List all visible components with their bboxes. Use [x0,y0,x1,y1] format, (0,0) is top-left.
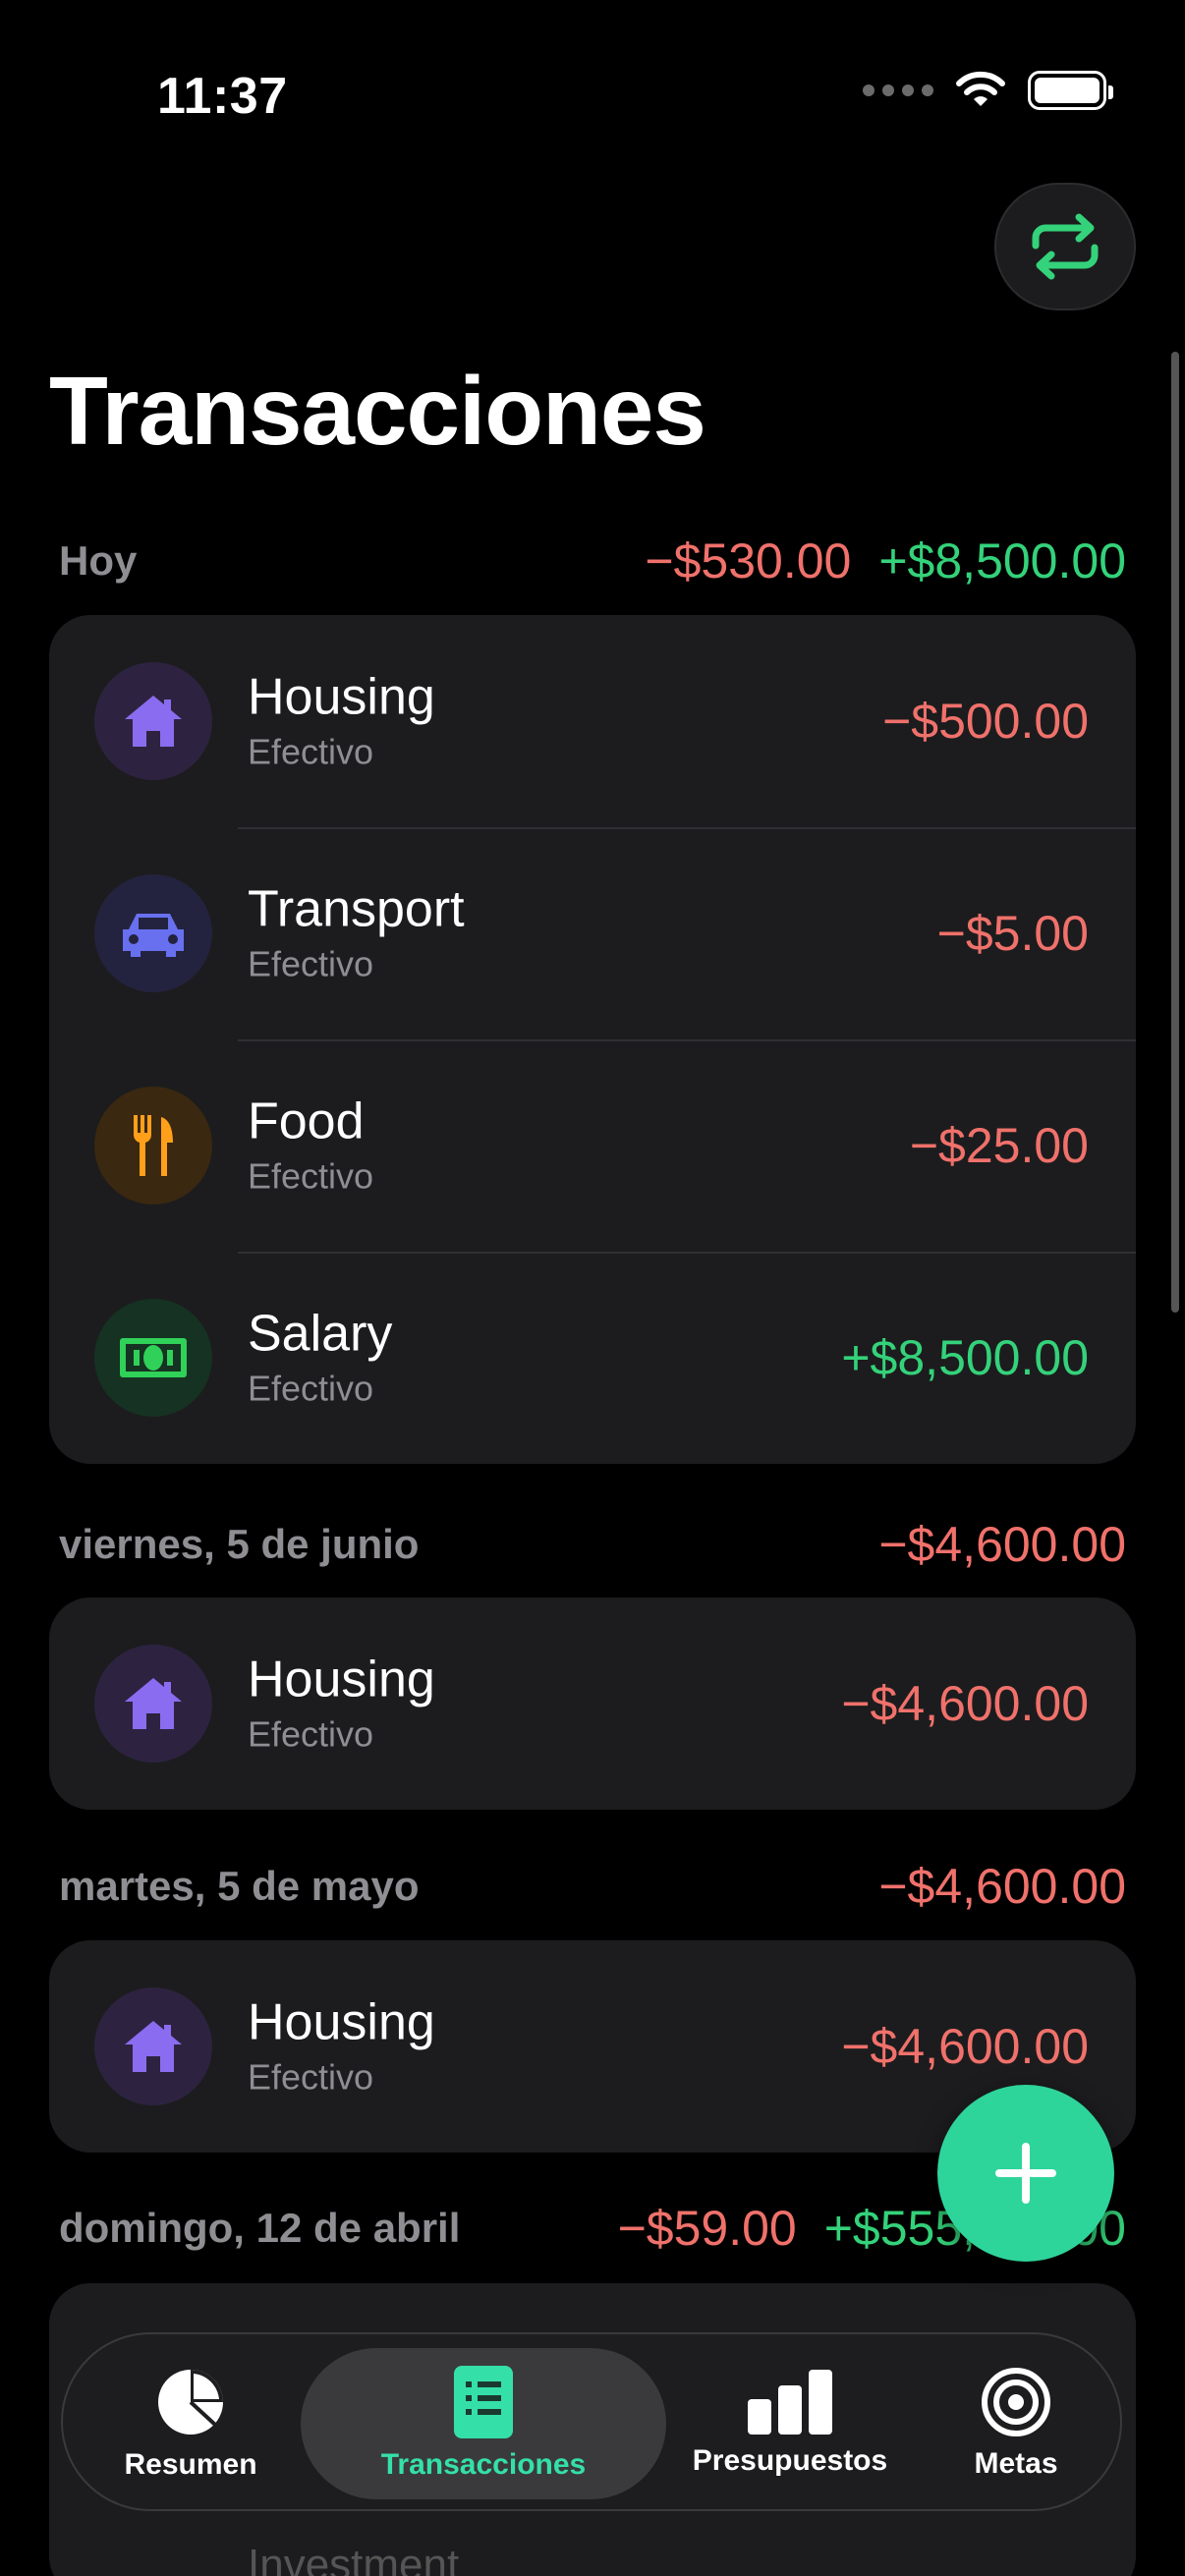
transaction-category: Food [248,1092,365,1150]
tab-metas[interactable]: Metas [928,2334,1104,2513]
section-header-may: martes, 5 de mayo −$4,600.00 [59,1857,1126,1916]
section-date-label: viernes, 5 de junio [59,1521,420,1567]
transaction-category: Housing [248,668,435,726]
section-expense-total: −$4,600.00 [878,1517,1126,1572]
add-transaction-button[interactable] [937,2085,1114,2262]
house-icon [94,1988,212,2105]
section-expense-total: −$530.00 [645,533,852,588]
transaction-category: Transport [248,880,465,938]
transactions-card-today: Housing Efectivo −$500.00 Transport Efec… [49,615,1136,1464]
scroll-indicator[interactable] [1171,352,1179,1313]
transaction-amount: −$500.00 [882,694,1089,749]
signal-dots-icon [863,84,933,96]
section-expense-total: −$4,600.00 [878,1859,1126,1914]
transaction-account: Efectivo [248,1155,374,1197]
transaction-row[interactable]: Transport Efectivo −$5.00 [49,827,1136,1039]
sync-button[interactable] [994,183,1136,310]
target-icon [982,2368,1050,2436]
repeat-arrows-icon [1032,213,1099,280]
tab-transacciones[interactable]: Transacciones [301,2334,666,2513]
transactions-card-june: Housing Efectivo −$4,600.00 [49,1597,1136,1810]
transaction-row[interactable]: Housing Efectivo −$4,600.00 [49,1597,1136,1810]
transaction-category: Salary [248,1305,393,1363]
transaction-amount: −$4,600.00 [841,2019,1089,2074]
pie-chart-icon [158,2370,223,2435]
status-time: 11:37 [157,68,288,125]
house-icon [94,662,212,780]
transaction-category-partial: Investment [248,2541,460,2576]
section-header-today: Hoy −$530.00 +$8,500.00 [59,532,1126,590]
transaction-category: Housing [248,1651,435,1708]
tab-bar: Resumen Transacciones Presupuestos Metas [61,2332,1122,2511]
car-icon [94,874,212,992]
bar-chart-icon [748,2370,832,2435]
transaction-account: Efectivo [248,1368,374,1409]
section-date-label: domingo, 12 de abril [59,2205,461,2251]
fork-knife-icon [94,1087,212,1204]
transaction-amount: −$4,600.00 [841,1676,1089,1731]
transaction-amount: −$25.00 [909,1118,1089,1173]
section-header-june: viernes, 5 de junio −$4,600.00 [59,1515,1126,1574]
wifi-icon [956,71,1005,106]
tab-presupuestos[interactable]: Presupuestos [672,2334,908,2513]
status-icons [863,71,1113,110]
section-expense-total: −$59.00 [617,2201,797,2256]
banknote-icon [94,1299,212,1417]
house-icon [94,1645,212,1763]
plus-icon [995,2143,1056,2204]
list-icon [454,2366,513,2438]
transaction-account: Efectivo [248,2056,374,2098]
transaction-account: Efectivo [248,731,374,772]
transaction-amount: −$5.00 [936,906,1089,961]
section-income-total: +$8,500.00 [878,533,1126,588]
page-title: Transacciones [49,357,706,465]
transaction-account: Efectivo [248,1713,374,1755]
transaction-amount: +$8,500.00 [841,1330,1089,1385]
tab-label: Metas [974,2447,1058,2480]
tab-label: Resumen [124,2448,257,2481]
transaction-account: Efectivo [248,943,374,984]
transaction-row[interactable]: Housing Efectivo −$500.00 [49,615,1136,827]
section-date-label: Hoy [59,537,138,584]
tab-resumen[interactable]: Resumen [102,2334,279,2513]
transaction-category: Housing [248,1993,435,2051]
tab-label: Transacciones [380,2448,587,2481]
transaction-row[interactable]: Food Efectivo −$25.00 [49,1039,1136,1252]
transaction-row[interactable]: Salary Efectivo +$8,500.00 [49,1252,1136,1464]
section-date-label: martes, 5 de mayo [59,1863,420,1909]
battery-icon [1028,71,1113,110]
tab-label: Presupuestos [692,2444,888,2477]
